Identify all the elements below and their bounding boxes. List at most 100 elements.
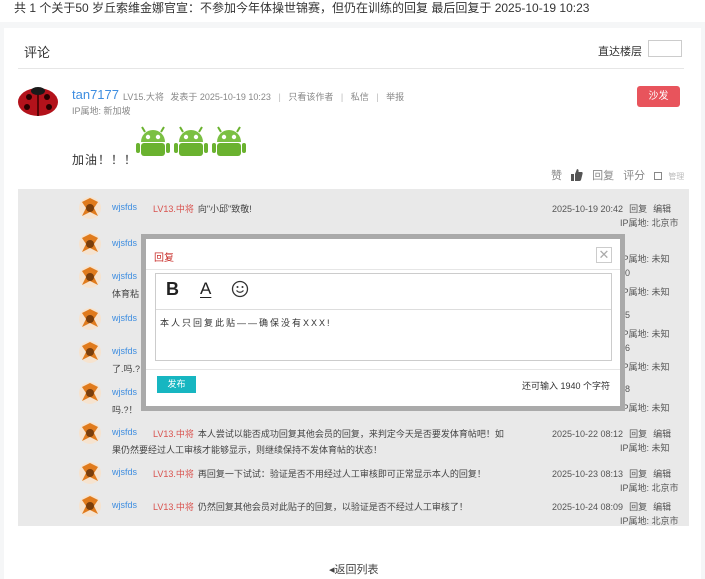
reply-level: LV13.中将 — [153, 204, 194, 214]
reply-editor[interactable]: B A 本人只回复此贴——确保没有XXX! — [155, 273, 612, 361]
editor-content[interactable]: 本人只回复此贴——确保没有XXX! — [160, 316, 332, 329]
post-content: 加油！！！ — [72, 153, 138, 167]
post-username[interactable]: tan7177 — [72, 87, 119, 102]
reply-dialog: 回复 ✕ B A 本人只回复此贴——确保没有XXX! 发布 还可输入 1940 … — [146, 239, 620, 406]
divider — [18, 68, 684, 69]
section-title: 评论 — [24, 45, 51, 60]
android-emoji-icon — [174, 126, 208, 156]
meta-divider: | — [278, 92, 281, 102]
like-button[interactable]: 赞 — [551, 169, 586, 182]
reply-username[interactable]: wjsfds — [112, 427, 137, 437]
reply-username[interactable]: wjsfds — [112, 271, 137, 281]
reply-username[interactable]: wjsfds — [112, 500, 137, 510]
reply-content-continued: 了.吗.? — [112, 364, 141, 374]
checkbox[interactable] — [654, 172, 663, 180]
publish-button[interactable]: 发布 — [157, 376, 196, 393]
reply-content-continued: 体育粘 — [112, 289, 140, 299]
only-author-link[interactable]: 只看该作者 — [288, 92, 333, 102]
reply-time: 2025-10-22 08:12 — [552, 429, 624, 439]
jump-floor-input[interactable] — [648, 40, 682, 57]
edit-button[interactable]: 编辑 — [653, 429, 671, 439]
edit-button[interactable]: 编辑 — [653, 502, 671, 512]
reply-username[interactable]: wjsfds — [112, 238, 137, 248]
dialog-title: 回复 — [154, 253, 174, 264]
android-emoji-icon — [212, 126, 246, 156]
reply-avatar-icon[interactable] — [78, 421, 102, 445]
smiley-icon[interactable] — [231, 280, 249, 298]
private-message-link[interactable]: 私信 — [351, 92, 369, 102]
editor-toolbar: B A — [156, 274, 611, 310]
meta-divider: | — [340, 92, 344, 102]
reply-time: 2025-10-19 20:42 — [552, 204, 624, 214]
reply-avatar-icon[interactable] — [78, 461, 102, 485]
reply-ip: IP属地: 未知 — [620, 329, 670, 339]
user-avatar-ladybug-icon[interactable] — [17, 85, 59, 117]
reply-text: LV13.中将 向"小邱"致敬! — [153, 202, 252, 215]
reply-content-continued: 果仍然要经过人工审核才能够显示，则继续保持不发体育帖的状态！ — [112, 445, 383, 455]
thread-summary: 共 1 个关于50 岁丘索维金娜官宣：不参加今年体操世锦赛，但仍在训练的回复 最… — [0, 0, 705, 22]
reply-username[interactable]: wjsfds — [112, 202, 137, 212]
font-color-icon[interactable]: A — [200, 279, 211, 299]
reply-level: LV13.中将 — [153, 469, 194, 479]
reply-content: 向"小邱"致敬! — [197, 204, 252, 214]
reply-avatar-icon[interactable] — [78, 265, 102, 289]
reply-content: 仍然回复其他会员对此贴子的回复，以验证是否不经过人工审核了！ — [197, 502, 468, 512]
meta-divider: | — [376, 92, 379, 102]
close-icon[interactable]: ✕ — [596, 247, 612, 263]
reply-ip: IP属地: 未知 — [620, 287, 670, 297]
user-level: LV15.大将 — [123, 92, 164, 102]
reply-avatar-icon[interactable] — [78, 307, 102, 331]
reply-time: 2025-10-24 08:09 — [552, 502, 624, 512]
reply-button[interactable]: 回复 — [629, 204, 647, 214]
reply-content: 再回复一下试试：验证是否不用经过人工审核即可正常显示本人的回复！ — [197, 469, 486, 479]
reply-button[interactable]: 回复 — [629, 502, 647, 512]
reply-level: LV13.中将 — [153, 502, 194, 512]
reply-username[interactable]: wjsfds — [112, 467, 137, 477]
thumbs-up-icon — [571, 169, 583, 181]
reply-avatar-icon[interactable] — [78, 340, 102, 364]
reply-content: 本人尝试以能否成功回复其他会员的回复，来判定今天是否要发体育帖吧！如 — [197, 429, 504, 439]
edit-button[interactable]: 编辑 — [653, 204, 671, 214]
sofa-button[interactable]: 沙发 — [637, 86, 680, 107]
divider — [146, 369, 620, 370]
reply-ip: IP属地: 未知 — [620, 254, 670, 264]
reply-level: LV13.中将 — [153, 429, 194, 439]
android-emoji-icon — [136, 126, 170, 156]
rate-button[interactable]: 评分 — [623, 170, 645, 182]
reply-content-continued: 吗.?！ — [112, 405, 138, 415]
reply-meta: 2025-10-24 08:09 回复 编辑 — [552, 500, 671, 513]
reply-button[interactable]: 回复 — [592, 170, 614, 182]
reply-text: LV13.中将 仍然回复其他会员对此贴子的回复，以验证是否不经过人工审核了！ — [153, 500, 468, 513]
reply-time: 2025-10-23 08:13 — [552, 469, 624, 479]
edit-button[interactable]: 编辑 — [653, 469, 671, 479]
reply-username[interactable]: wjsfds — [112, 387, 137, 397]
reply-meta: 2025-10-22 08:12 回复 编辑 — [552, 427, 671, 440]
reply-button[interactable]: 回复 — [629, 469, 647, 479]
like-label: 赞 — [551, 170, 562, 182]
reply-avatar-icon[interactable] — [78, 381, 102, 405]
reply-avatar-icon[interactable] — [78, 196, 102, 220]
reply-avatar-icon[interactable] — [78, 232, 102, 256]
reply-meta: 2025-10-23 08:13 回复 编辑 — [552, 467, 671, 480]
reply-ip: IP属地: 未知 — [620, 362, 670, 372]
reply-button[interactable]: 回复 — [629, 429, 647, 439]
char-count: 还可输入 1940 个字符 — [522, 381, 611, 391]
reply-ip: IP属地: 未知 — [620, 443, 670, 453]
reply-ip: IP属地: 未知 — [620, 403, 670, 413]
report-link[interactable]: 举报 — [386, 92, 404, 102]
back-to-list-link[interactable]: ◂返回列表 — [329, 561, 379, 577]
reply-text: LV13.中将 本人尝试以能否成功回复其他会员的回复，来判定今天是否要发体育帖吧！… — [153, 427, 504, 440]
bold-icon[interactable]: B — [166, 279, 179, 300]
jump-floor-label: 直达楼层 — [598, 46, 642, 58]
reply-text: LV13.中将 再回复一下试试：验证是否不用经过人工审核即可正常显示本人的回复！ — [153, 467, 486, 480]
divider — [146, 269, 620, 270]
reply-ip: IP属地: 北京市 — [620, 516, 679, 526]
reply-username[interactable]: wjsfds — [112, 346, 137, 356]
manage-label: 管理 — [668, 172, 685, 181]
post-ip: IP属地: 新加坡 — [72, 106, 131, 116]
reply-ip: IP属地: 北京市 — [620, 218, 679, 228]
reply-ip: IP属地: 北京市 — [620, 483, 679, 493]
reply-username[interactable]: wjsfds — [112, 313, 137, 323]
manage-checkbox[interactable]: 管理 — [654, 170, 690, 182]
reply-avatar-icon[interactable] — [78, 494, 102, 518]
